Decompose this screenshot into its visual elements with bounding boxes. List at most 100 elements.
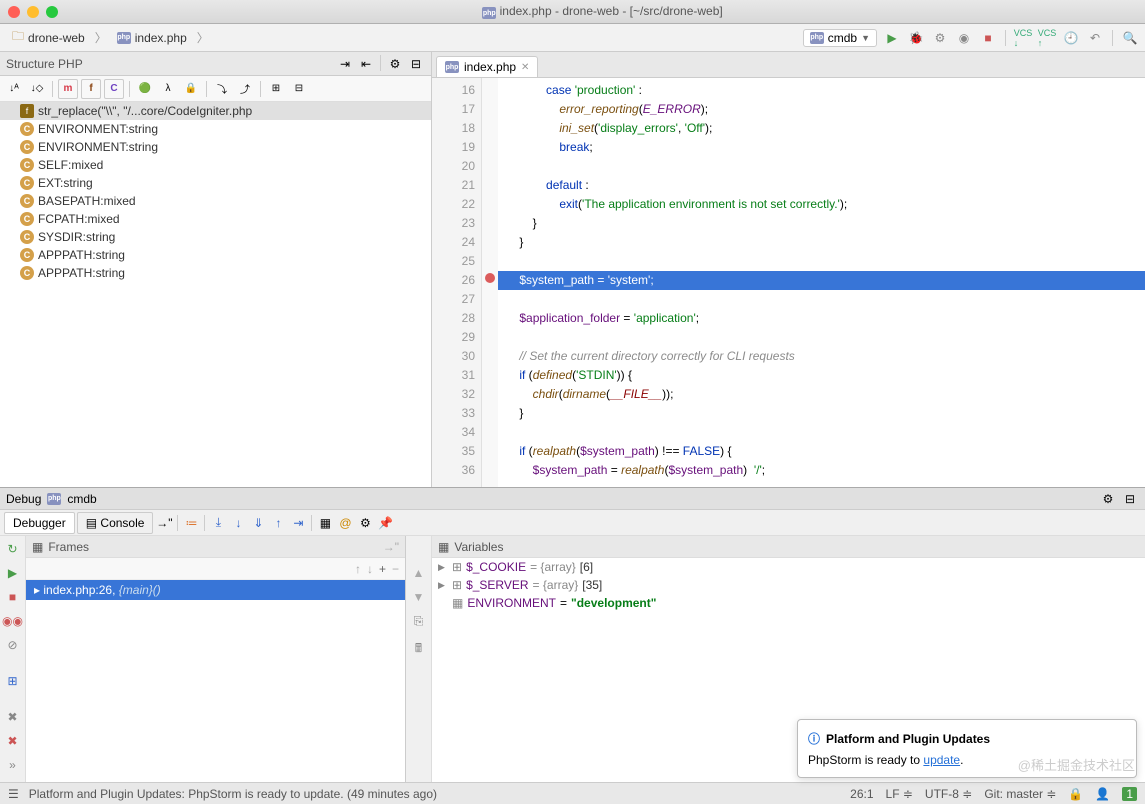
git-branch[interactable]: Git: master ≑ — [984, 787, 1056, 801]
debug-button[interactable]: 🐞 — [907, 29, 925, 47]
hide-icon[interactable]: →" — [383, 540, 399, 554]
breakpoint-slot[interactable] — [482, 325, 498, 344]
more-icon[interactable]: » — [4, 756, 22, 774]
file-encoding[interactable]: UTF-8 ≑ — [925, 787, 972, 801]
hide-panel-icon[interactable]: ⊟ — [1121, 490, 1139, 508]
autoscroll-from-icon[interactable]: ⤴ — [235, 79, 255, 99]
show-exec-point-icon[interactable]: ≔ — [182, 514, 200, 532]
breakpoint-slot[interactable] — [482, 268, 498, 287]
code-line[interactable]: default : — [498, 176, 1145, 195]
breakpoint-slot[interactable] — [482, 211, 498, 230]
down-arrow-icon[interactable]: ▼ — [413, 590, 425, 604]
code-line[interactable]: $application_folder = 'application'; — [498, 309, 1145, 328]
lock-icon[interactable]: 🔒 — [1068, 787, 1083, 801]
revert-button[interactable]: ↶ — [1086, 29, 1104, 47]
breakpoint-slot[interactable] — [482, 401, 498, 420]
code-line[interactable]: } — [498, 404, 1145, 423]
breakpoint-slot[interactable] — [482, 230, 498, 249]
pin-tab-icon[interactable]: 📌 — [376, 514, 394, 532]
structure-root[interactable]: f str_replace("\\", "/...core/CodeIgnite… — [0, 102, 431, 120]
code-line[interactable]: break; — [498, 138, 1145, 157]
code-line[interactable]: ini_set('display_errors', 'Off'); — [498, 119, 1145, 138]
code-line[interactable]: $system_path = realpath($system_path) '/… — [498, 461, 1145, 480]
step-out-icon[interactable]: ↑ — [269, 514, 287, 532]
run-to-cursor-icon[interactable]: ⇥ — [289, 514, 307, 532]
maximize-window-button[interactable] — [46, 6, 58, 18]
breakpoint-slot[interactable] — [482, 97, 498, 116]
breakpoint-slot[interactable] — [482, 344, 498, 363]
structure-item[interactable]: CENVIRONMENT:string — [0, 138, 431, 156]
profile-button[interactable]: ◉ — [955, 29, 973, 47]
code-editor[interactable]: 1617181920212223242526272829303132333435… — [432, 78, 1145, 487]
structure-item[interactable]: CBASEPATH:mixed — [0, 192, 431, 210]
code-line[interactable]: exit('The application environment is not… — [498, 195, 1145, 214]
vcs-commit-button[interactable]: VCS↑ — [1038, 29, 1056, 47]
step-over-icon[interactable]: ⤓ — [209, 514, 227, 532]
breakpoint-slot[interactable] — [482, 458, 498, 477]
status-icon[interactable]: ☰ — [8, 787, 19, 801]
filter-lock-icon[interactable]: 🔒 — [181, 79, 201, 99]
bg-processes[interactable]: 1 — [1122, 787, 1137, 801]
settings-debug-icon[interactable]: ⚙ — [356, 514, 374, 532]
structure-item[interactable]: CAPPPATH:string — [0, 246, 431, 264]
structure-item[interactable]: CFCPATH:mixed — [0, 210, 431, 228]
expand-icon[interactable]: ⇤ — [357, 55, 375, 73]
filter-anon-icon[interactable]: λ — [158, 79, 178, 99]
run-button[interactable]: ▶ — [883, 29, 901, 47]
evaluate-icon[interactable]: ▦ — [316, 514, 334, 532]
prev-frame-icon[interactable]: ↑ — [355, 562, 361, 576]
settings-icon[interactable]: ⚙ — [1099, 490, 1117, 508]
step-into-icon[interactable]: ↓ — [229, 514, 247, 532]
breakpoint-slot[interactable] — [482, 420, 498, 439]
filter-inherited-icon[interactable]: 🟢 — [135, 79, 155, 99]
layout-icon[interactable]: ⊞ — [4, 672, 22, 690]
autoscroll-to-icon[interactable]: ⤵ — [212, 79, 232, 99]
next-frame-icon[interactable]: ↓ — [367, 562, 373, 576]
remove-frame-icon[interactable]: − — [392, 562, 399, 576]
breakpoint-slot[interactable] — [482, 192, 498, 211]
close-window-button[interactable] — [8, 6, 20, 18]
vcs-history-button[interactable]: 🕘 — [1062, 29, 1080, 47]
collapse-icon[interactable]: ⇥ — [336, 55, 354, 73]
breakpoint-slot[interactable] — [482, 382, 498, 401]
code-line[interactable]: } — [498, 214, 1145, 233]
breakpoint-slot[interactable] — [482, 135, 498, 154]
stop-button[interactable]: ■ — [979, 29, 997, 47]
variable-row[interactable]: ▦ ENVIRONMENT = "development" — [432, 594, 1145, 612]
breakpoint-slot[interactable] — [482, 439, 498, 458]
line-ending[interactable]: LF ≑ — [886, 787, 913, 801]
code-line[interactable]: if (defined('STDIN')) { — [498, 366, 1145, 385]
structure-item[interactable]: CSYSDIR:string — [0, 228, 431, 246]
add-frame-icon[interactable]: + — [379, 562, 386, 576]
expand-arrow-icon[interactable]: ▶ — [438, 562, 448, 573]
variable-row[interactable]: ▶⊞ $_SERVER = {array} [35] — [432, 576, 1145, 594]
structure-tree[interactable]: f str_replace("\\", "/...core/CodeIgnite… — [0, 102, 431, 487]
code-line[interactable] — [498, 423, 1145, 442]
code-line[interactable] — [498, 328, 1145, 347]
breakpoint-slot[interactable] — [482, 154, 498, 173]
code-line[interactable]: case 'production' : — [498, 81, 1145, 100]
hector-icon[interactable]: 👤 — [1095, 787, 1110, 801]
code-line[interactable]: error_reporting(E_ERROR); — [498, 100, 1145, 119]
cursor-position[interactable]: 26:1 — [850, 787, 873, 801]
breakpoint-slot[interactable] — [482, 173, 498, 192]
collapse-all-icon[interactable]: ⊟ — [289, 79, 309, 99]
resume-icon[interactable]: ▶ — [4, 564, 22, 582]
breakpoint-slot[interactable] — [482, 306, 498, 325]
structure-item[interactable]: CENVIRONMENT:string — [0, 120, 431, 138]
show-methods-icon[interactable]: m — [58, 79, 78, 99]
line-number-gutter[interactable]: 1617181920212223242526272829303132333435… — [432, 78, 482, 487]
settings-icon[interactable]: ⚙ — [386, 55, 404, 73]
variable-row[interactable]: ▶⊞ $_COOKIE = {array} [6] — [432, 558, 1145, 576]
code-line[interactable]: // Set the current directory correctly f… — [498, 347, 1145, 366]
minimize-window-button[interactable] — [27, 6, 39, 18]
editor-tab[interactable]: php index.php ✕ — [436, 56, 538, 77]
expand-all-icon[interactable]: ⊞ — [266, 79, 286, 99]
code-line[interactable] — [498, 290, 1145, 309]
mute-breakpoints-icon[interactable]: ⊘ — [4, 636, 22, 654]
vcs-update-button[interactable]: VCS↓ — [1014, 29, 1032, 47]
breakpoint-slot[interactable] — [482, 116, 498, 135]
sort-visibility-icon[interactable]: ↓◇ — [27, 79, 47, 99]
copy-icon[interactable]: ⎘ — [414, 614, 424, 629]
up-arrow-icon[interactable]: ▲ — [413, 566, 425, 580]
